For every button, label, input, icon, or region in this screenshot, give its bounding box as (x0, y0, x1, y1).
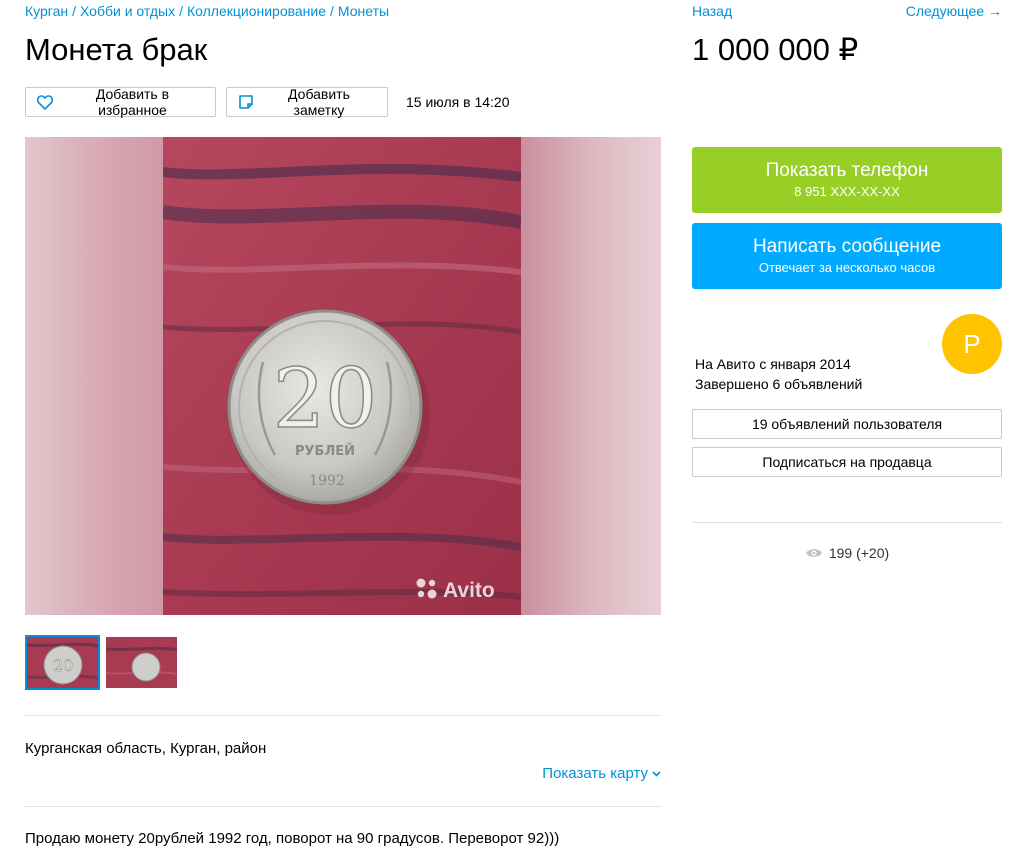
avatar[interactable]: P (942, 314, 1002, 374)
add-to-favorites-label: Добавить в избранное (95, 86, 170, 118)
coin-year-text: 1992 (309, 473, 345, 489)
publish-date: 15 июля в 14:20 (406, 94, 510, 110)
location-text: Курганская область, Курган, район (25, 740, 267, 757)
thumbnail-2[interactable] (104, 635, 179, 690)
write-message-button[interactable]: Написать сообщение Отвечает за несколько… (692, 223, 1002, 289)
write-message-label: Написать сообщение (752, 236, 942, 257)
gallery-blur-left (25, 137, 163, 615)
divider (692, 522, 1002, 523)
listing-actions: Добавить в избранное Добавить заметку 15… (25, 86, 510, 118)
subscribe-seller-button[interactable]: Подписаться на продавца (692, 447, 1002, 477)
show-phone-label: Показать телефон (765, 160, 929, 181)
show-map-link[interactable]: Показать карту (542, 765, 661, 782)
back-link[interactable]: Назад (692, 3, 732, 19)
response-time: Отвечает за несколько часов (758, 260, 936, 275)
coin-rubles-text: РУБЛЕЙ (295, 443, 355, 459)
divider (25, 806, 661, 807)
breadcrumb-item-hobby[interactable]: Хобби и отдых (80, 3, 175, 19)
add-note-label: Добавить заметку (288, 86, 350, 118)
main-photo[interactable]: 20 РУБЛЕЙ 1992 Avito (163, 137, 521, 615)
thumbnail-1[interactable]: 20 (25, 635, 100, 690)
seller-since: На Авито с января 2014 (695, 356, 851, 372)
show-phone-button[interactable]: Показать телефон 8 951 XXX-XX-XX (692, 147, 1002, 213)
gallery-blur-right (521, 137, 661, 615)
thumbnail-strip: 20 (25, 635, 183, 690)
svg-text:20: 20 (53, 656, 73, 675)
breadcrumb: Курган / Хобби и отдых / Коллекционирование /… (25, 3, 389, 19)
eye-icon (805, 547, 823, 559)
breadcrumb-separator: / (72, 3, 76, 19)
heart-icon (36, 93, 54, 111)
add-note-button[interactable]: Добавить заметку (226, 86, 388, 118)
phone-mask: 8 951 XXX-XX-XX (794, 184, 900, 199)
views-count: 199 (+20) (828, 545, 890, 561)
add-to-favorites-button[interactable]: Добавить в избранное (25, 86, 216, 118)
breadcrumb-item-collecting[interactable]: Коллекционирование (187, 3, 326, 19)
price: 1 000 000 ₽ (692, 32, 859, 67)
next-link[interactable]: Следующее → (906, 3, 1002, 19)
photo-gallery[interactable]: 20 РУБЛЕЙ 1992 Avito (25, 137, 661, 615)
breadcrumb-item-city[interactable]: Курган (25, 3, 68, 19)
listing-description: Продаю монету 20рублей 1992 год, поворот… (25, 830, 560, 847)
seller-listings-button[interactable]: 19 объявлений пользователя (692, 409, 1002, 439)
page-title: Монета брак (25, 32, 208, 67)
seller-completed: Завершено 6 объявлений (695, 376, 863, 392)
note-icon (237, 93, 255, 111)
show-map-label: Показать карту (542, 765, 648, 782)
breadcrumb-separator: / (330, 3, 334, 19)
breadcrumb-item-coins[interactable]: Монеты (338, 3, 389, 19)
breadcrumb-separator: / (179, 3, 183, 19)
views-counter: 199 (+20) (692, 545, 1002, 561)
watermark-text: Avito (443, 579, 495, 602)
chevron-down-icon (652, 768, 661, 780)
divider (25, 715, 661, 716)
coin-value-text: 20 (273, 352, 377, 447)
